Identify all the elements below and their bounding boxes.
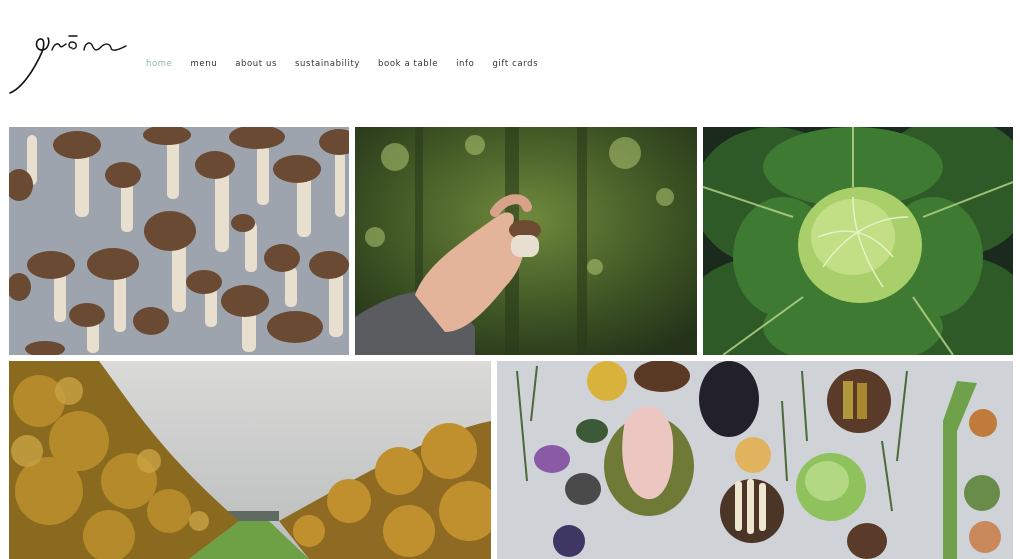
gallery-image-forest-hand[interactable] — [355, 127, 697, 355]
nav-info[interactable]: info — [456, 59, 474, 69]
main-nav: home menu about us sustainability book a… — [146, 59, 556, 69]
nav-book-a-table[interactable]: book a table — [378, 59, 438, 69]
nav-gift-cards[interactable]: gift cards — [492, 59, 538, 69]
site-header: home menu about us sustainability book a… — [0, 0, 1020, 126]
nav-home[interactable]: home — [146, 59, 173, 69]
nav-about-us[interactable]: about us — [235, 59, 277, 69]
gallery-image-ingredients[interactable] — [497, 361, 1013, 559]
nav-menu[interactable]: menu — [191, 59, 218, 69]
gron-logo[interactable] — [8, 30, 132, 96]
gallery-image-cabbage[interactable] — [703, 127, 1013, 355]
gallery-image-orchard[interactable] — [9, 361, 491, 559]
nav-sustainability[interactable]: sustainability — [295, 59, 360, 69]
gallery-image-mushrooms[interactable] — [9, 127, 349, 355]
